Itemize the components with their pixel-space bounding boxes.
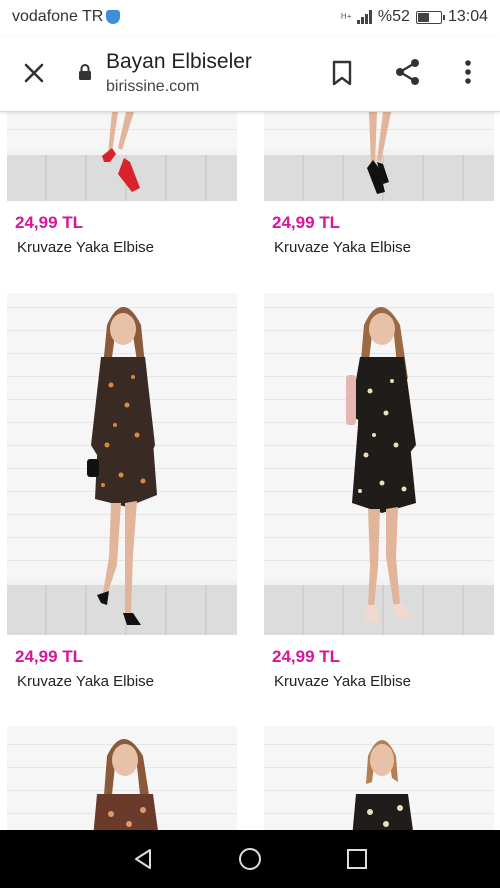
product-image[interactable] [7,726,237,830]
battery-percent: %52 [377,8,410,25]
product-card[interactable]: 24,99 TL Kruvaze Yaka Elbise [264,112,494,256]
product-name[interactable]: Kruvaze Yaka Elbise [274,673,494,690]
system-navigation-bar [0,830,500,888]
page-info[interactable]: Bayan Elbiseler birissine.com [106,50,252,96]
close-icon [24,63,44,83]
model-black-dress-partial [352,740,413,830]
product-card[interactable]: 24,99 TL Kruvaze Yaka Elbise [264,293,494,690]
battery-icon [415,10,445,24]
more-vert-icon [465,60,471,84]
product-image[interactable] [7,293,237,635]
product-card[interactable]: 24,99 TL Kruvaze Yaka Elbise [7,112,237,256]
custom-tab-toolbar: Bayan Elbiseler birissine.com [0,36,500,112]
more-options-button[interactable] [448,52,488,92]
nav-back-icon [135,849,152,869]
lock-icon [79,64,91,80]
product-card[interactable] [7,726,237,830]
product-price: 24,99 TL [272,647,341,666]
model-floral-dress-partial [93,739,158,830]
product-price: 24,99 TL [15,647,84,666]
product-image[interactable] [264,726,494,830]
page-title: Bayan Elbiseler [106,50,252,73]
close-button[interactable] [14,53,54,93]
product-name[interactable]: Kruvaze Yaka Elbise [17,673,237,690]
nav-back-button[interactable] [123,839,163,879]
status-bar: vodafone TR H+ %52 13:04 [0,0,500,36]
signal-icon [356,10,372,24]
status-icons: H+ %52 13:04 [341,8,488,26]
nav-recents-button[interactable] [337,839,377,879]
product-name[interactable]: Kruvaze Yaka Elbise [17,239,237,256]
product-name[interactable]: Kruvaze Yaka Elbise [274,239,494,256]
product-price: 24,99 TL [15,213,84,232]
model-legs-black-heels [367,112,391,194]
product-price: 24,99 TL [272,213,341,232]
page-url: birissine.com [106,78,200,95]
product-card[interactable]: 24,99 TL Kruvaze Yaka Elbise [7,293,237,690]
product-grid: 24,99 TL Kruvaze Yaka Elbise 24,99 TL Kr… [0,112,500,830]
product-image[interactable] [264,293,494,635]
carrier-name: vodafone TR [12,8,104,25]
vpn-shield-icon [106,10,121,24]
network-type: H+ [340,12,352,21]
product-card[interactable] [264,726,494,830]
clock: 13:04 [447,8,488,25]
model-legs-red-heels [102,112,140,192]
bookmark-button[interactable] [322,53,362,93]
product-image[interactable] [7,112,237,201]
share-icon [396,59,419,85]
nav-recents-icon [346,849,367,869]
bookmark-icon [332,60,352,86]
nav-home-icon [238,848,261,870]
share-button[interactable] [388,52,428,92]
carrier: vodafone TR [12,8,121,26]
model-black-floral-dress [346,307,416,623]
product-image[interactable] [264,112,494,201]
model-floral-dress [87,307,157,625]
nav-home-button[interactable] [230,839,270,879]
